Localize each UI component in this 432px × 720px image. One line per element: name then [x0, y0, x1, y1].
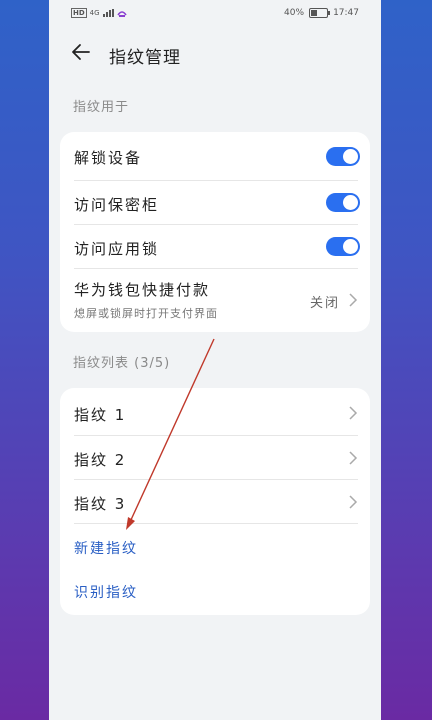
chevron-right-icon — [349, 451, 358, 465]
toggle-knob — [343, 239, 358, 254]
signal-icon — [102, 9, 114, 17]
unlock-device-toggle[interactable] — [326, 147, 360, 166]
row-safe-access[interactable]: 访问保密柜 — [60, 181, 370, 224]
row-label: 访问保密柜 — [74, 196, 160, 214]
safe-access-toggle[interactable] — [326, 193, 360, 212]
fingerprint-item[interactable]: 指纹 1 — [60, 388, 370, 435]
divider — [74, 523, 358, 524]
app-notification-icon — [116, 10, 127, 17]
new-fingerprint-link[interactable]: 新建指纹 — [74, 538, 138, 558]
identify-fingerprint-link[interactable]: 识别指纹 — [74, 582, 138, 602]
row-label: 华为钱包快捷付款 — [74, 281, 211, 299]
app-header: 指纹管理 — [49, 36, 381, 70]
fingerprint-label: 指纹 3 — [74, 495, 127, 513]
row-wallet-quick-pay[interactable]: 华为钱包快捷付款 熄屏或锁屏时打开支付界面 关闭 — [60, 269, 370, 332]
row-label: 访问应用锁 — [74, 240, 160, 258]
chevron-right-icon — [349, 406, 358, 420]
battery-percent: 40% — [284, 8, 305, 18]
signal-type: 4G — [89, 9, 100, 17]
row-unlock-device[interactable]: 解锁设备 — [60, 132, 370, 180]
fingerprint-list-card: 指纹 1 指纹 2 指纹 3 新建指纹 识别指纹 — [60, 388, 370, 615]
battery-icon — [309, 8, 331, 18]
fingerprint-label: 指纹 1 — [74, 406, 127, 424]
fingerprint-item[interactable]: 指纹 3 — [60, 480, 370, 523]
chevron-right-icon — [349, 495, 358, 509]
clock: 17:47 — [333, 8, 359, 18]
fingerprint-item[interactable]: 指纹 2 — [60, 436, 370, 479]
status-bar: HD 4G 40% 17:47 — [49, 0, 381, 28]
row-sublabel: 熄屏或锁屏时打开支付界面 — [74, 307, 218, 320]
toggle-knob — [343, 149, 358, 164]
usage-section-label: 指纹用于 — [73, 100, 130, 115]
page-title: 指纹管理 — [109, 48, 181, 68]
toggle-knob — [343, 195, 358, 210]
usage-card: 解锁设备 访问保密柜 访问应用锁 华为钱包快捷付款 熄屏或锁屏时打开支付界面 关… — [60, 132, 370, 332]
back-arrow-icon[interactable] — [71, 42, 91, 62]
network-type-badge: HD — [71, 8, 87, 18]
fingerprint-label: 指纹 2 — [74, 451, 127, 469]
row-app-lock[interactable]: 访问应用锁 — [60, 225, 370, 268]
chevron-right-icon — [349, 293, 358, 307]
wallet-status-value: 关闭 — [309, 296, 340, 311]
phone-screen: HD 4G 40% 17:47 指纹管理 指纹用于 解锁设备 访问保密柜 访问应… — [49, 0, 381, 720]
list-section-label: 指纹列表 (3/5) — [73, 356, 171, 371]
app-lock-toggle[interactable] — [326, 237, 360, 256]
row-label: 解锁设备 — [74, 149, 143, 167]
